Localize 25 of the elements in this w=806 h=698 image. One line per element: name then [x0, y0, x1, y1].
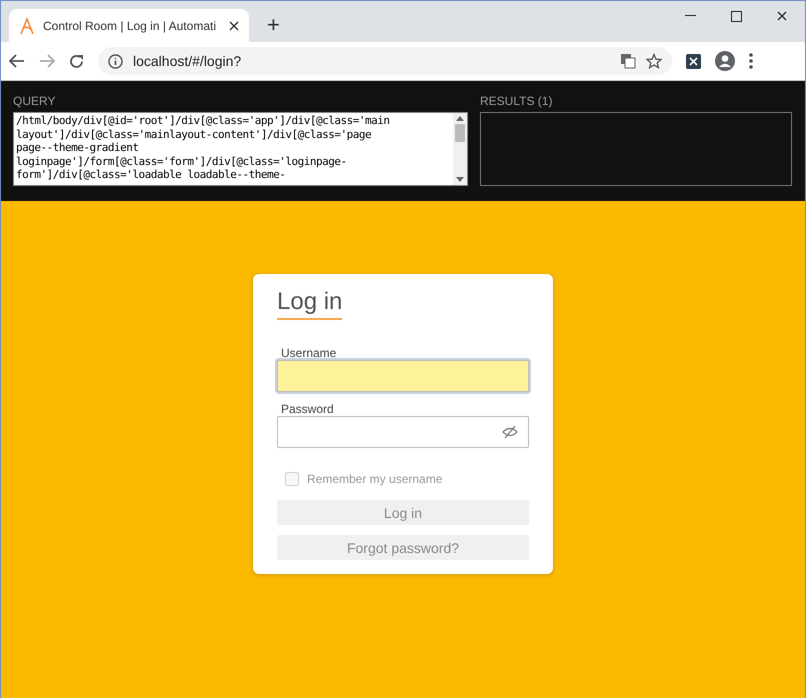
scroll-down-icon[interactable] [456, 177, 464, 182]
address-bar[interactable]: localhost/#/login? [98, 47, 672, 75]
back-icon[interactable] [9, 54, 25, 68]
app-logo-icon [19, 16, 35, 34]
password-field[interactable] [277, 416, 529, 448]
query-label: QUERY [13, 94, 56, 108]
close-tab-icon[interactable] [229, 20, 239, 30]
scroll-up-icon[interactable] [456, 116, 464, 121]
star-icon[interactable] [646, 53, 662, 69]
profile-icon[interactable] [715, 51, 735, 71]
menu-icon[interactable] [749, 53, 753, 69]
scrollbar[interactable] [453, 113, 467, 185]
username-label: Username [281, 346, 338, 360]
password-label: Password [281, 402, 335, 416]
info-icon [108, 54, 123, 68]
hidden-eye-icon[interactable] [502, 425, 518, 439]
reload-icon[interactable] [69, 54, 84, 68]
new-tab-button[interactable]: + [263, 12, 284, 38]
username-field[interactable] [277, 360, 529, 392]
results-label: RESULTS (1) [480, 94, 554, 108]
translate-icon[interactable] [620, 53, 636, 69]
login-title: Log in [277, 288, 342, 320]
scrollbar-thumb[interactable] [455, 124, 465, 142]
query-field[interactable]: /html/body/div[@id='root']/div[@class='app']/div[@class='main layout']/div[@class='mainlayout-content']/div[@class='page page--theme-gradient loginpage']/form[@class='form']/div[@class='loginpage- form']/div[@class='loadable loadable--theme- [13, 112, 468, 186]
extension-icon[interactable] [686, 54, 701, 68]
